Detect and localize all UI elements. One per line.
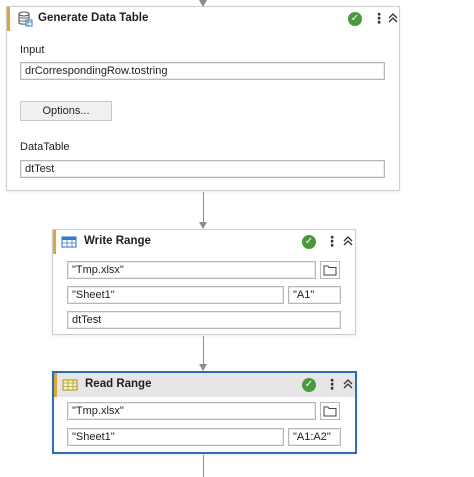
arrow-1 (199, 222, 207, 229)
check-icon: ✓ (348, 12, 362, 26)
activity-title: Read Range (85, 378, 152, 390)
starting-cell-field[interactable]: "A1" (288, 286, 341, 304)
arrow-2 (199, 364, 207, 371)
input-label: Input (20, 44, 45, 56)
browse-button[interactable] (320, 402, 340, 420)
connector-2 (203, 336, 204, 366)
collapse-icon[interactable] (341, 377, 355, 391)
folder-icon (323, 406, 337, 417)
read-range-activity[interactable]: Read Range ✓ ⋮ "Tmp.xlsx" "Sheet1" "A1:A… (52, 371, 357, 454)
options-button[interactable]: Options... (20, 101, 112, 121)
collapse-icon[interactable] (386, 11, 400, 25)
activity-title: Write Range (84, 235, 151, 247)
read-range-icon (62, 379, 78, 391)
datatable-label: DataTable (20, 141, 70, 153)
database-icon (18, 11, 33, 27)
browse-button[interactable] (320, 261, 340, 279)
more-options-icon[interactable]: ⋮ (325, 376, 339, 392)
write-range-icon (61, 236, 77, 248)
datatable-field[interactable]: dtTest (67, 311, 341, 329)
range-field[interactable]: "A1:A2" (288, 428, 341, 446)
generate-data-table-activity[interactable]: Generate Data Table ✓ ⋮ Input drCorrespo… (6, 6, 400, 191)
more-options-icon[interactable]: ⋮ (325, 233, 339, 249)
activity-title: Generate Data Table (38, 12, 149, 24)
connector-bottom (203, 455, 204, 477)
sheet-name-field[interactable]: "Sheet1" (67, 428, 284, 446)
write-range-header[interactable]: Write Range ✓ ⋮ (53, 230, 355, 254)
check-icon: ✓ (302, 235, 316, 249)
datatable-field[interactable]: dtTest (20, 160, 385, 178)
write-range-activity[interactable]: Write Range ✓ ⋮ "Tmp.xlsx" "Sheet1" "A1"… (52, 229, 356, 335)
workbook-path-field[interactable]: "Tmp.xlsx" (67, 261, 316, 279)
workbook-path-field[interactable]: "Tmp.xlsx" (67, 402, 316, 420)
sheet-name-field[interactable]: "Sheet1" (67, 286, 284, 304)
more-options-icon[interactable]: ⋮ (372, 10, 386, 26)
input-field[interactable]: drCorrespondingRow.tostring (20, 62, 385, 80)
generate-data-table-header[interactable]: Generate Data Table ✓ ⋮ (7, 7, 399, 31)
folder-icon (323, 265, 337, 276)
check-icon: ✓ (302, 378, 316, 392)
connector-1 (203, 192, 204, 224)
read-range-header[interactable]: Read Range ✓ ⋮ (54, 373, 355, 397)
collapse-icon[interactable] (341, 234, 355, 248)
